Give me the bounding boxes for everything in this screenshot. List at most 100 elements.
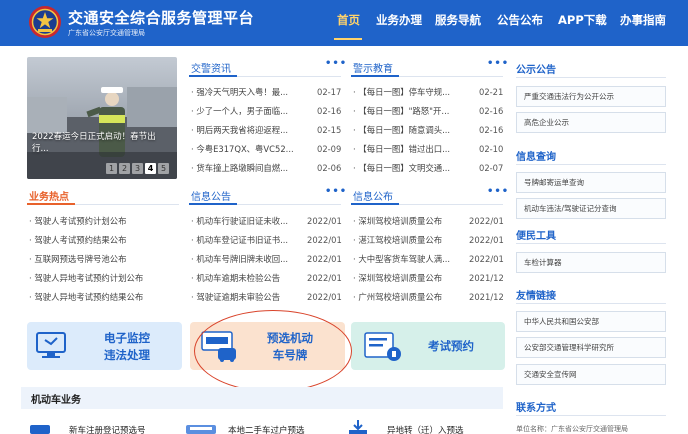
list-item[interactable]: · 【每日一图】文明交通... 02-07 [353,160,519,177]
list-item-date: 02-16 [317,106,342,116]
list-item[interactable]: · 强冷天气明天入粤！最... 02-17 [191,84,357,101]
list-item[interactable]: · 【每日一图】错过出口... 02-10 [353,141,519,158]
motor-section-title: 机动车业务 [31,395,81,406]
nav-service-guide[interactable]: 服务导航 [435,12,481,28]
list-item-title: · 强冷天气明天入粤！最... [191,87,289,97]
list-item-title: · 互联网预选号牌号池公布 [29,254,127,264]
info-publish-more-button[interactable]: ••• [487,186,509,197]
info-notice-more-button[interactable]: ••• [325,186,347,197]
list-item-date: 2022/01 [307,235,342,245]
list-item[interactable]: · 驾驶证逾期未审验公告 2022/01 [191,289,347,306]
list-item-title: · 驾驶人考试预约结果公布 [29,235,127,245]
list-item[interactable]: · 机动车逾期未检验公告 2022/01 [191,270,347,287]
list-item-title: · 【每日一图】停车守规... [353,87,451,97]
list-item-title: · 今粤E317QX、粤VC52... [191,144,294,154]
high-risk-enterprise-link[interactable]: 高危企业公示 [516,112,666,133]
list-item[interactable]: · 广州驾校培训质量公布 2021/12 [353,289,509,306]
list-item[interactable]: · 【每日一图】停车守规... 02-21 [353,84,519,101]
list-item-title: · 少了一个人，男子面临... [191,106,289,116]
list-item-title: · 机动车行驶证旧证未收... [191,216,289,226]
nav-announcements[interactable]: 公告公布 [497,12,543,28]
info-publish-title[interactable]: 信息公布 [353,188,393,203]
list-item[interactable]: · 湛江驾校培训质量公布 2022/01 [353,232,509,249]
list-item-date: 02-21 [479,87,504,97]
list-item-date: 02-06 [317,163,342,173]
divider [516,77,666,78]
hot-business-title[interactable]: 业务热点 [29,188,69,203]
serious-violation-link[interactable]: 严重交通违法行为公开公示 [516,86,666,107]
warning-edu-title[interactable]: 警示教育 [353,60,393,75]
e-monitor-card[interactable]: 电子监控 违法处理 [27,322,182,370]
list-item[interactable]: · 机动车行驶证旧证未收... 2022/01 [191,213,347,230]
news-carousel[interactable]: 2022春运今日正式启动！春节出行... 1 2 3 4 5 [27,57,177,179]
list-item[interactable]: · 机动车号牌旧牌未收回... 2022/01 [191,251,347,268]
list-item-title: · 湛江驾校培训质量公布 [353,235,443,245]
list-item[interactable]: · 深圳驾校培训质量公布 2021/12 [353,270,509,287]
carousel-dot-2[interactable]: 2 [119,163,130,174]
list-item[interactable]: · 机动车登记证书旧证书... 2022/01 [191,232,347,249]
tab-underline [351,203,399,205]
list-item[interactable]: · 货车撞上路墩瞬间自燃... 02-06 [191,160,357,177]
police-emblem-icon[interactable] [28,5,62,39]
traffic-news-more-button[interactable]: ••• [325,58,347,69]
list-item-title: · 机动车登记证书旧证书... [191,235,289,245]
list-item-date: 02-15 [317,125,342,135]
list-item-title: · 【每日一图】"路怒"开... [353,106,450,116]
plate-mail-query-link[interactable]: 号牌邮寄运单查询 [516,172,666,193]
list-item-title: · 深圳驾校培训质量公布 [353,216,443,226]
list-item[interactable]: · 【每日一图】随意调头... 02-16 [353,122,519,139]
list-item-date: 2021/12 [469,273,504,283]
violation-score-query-link[interactable]: 机动车违法/驾驶证记分查询 [516,198,666,219]
nav-home[interactable]: 首页 [337,12,360,28]
monitor-icon [36,332,66,358]
list-item-title: · 驾驶人考试预约计划公布 [29,216,127,226]
list-item[interactable]: · 明后两天我省将迎返程... 02-15 [191,122,357,139]
list-item[interactable]: · 【每日一图】"路怒"开... 02-16 [353,103,519,120]
traffic-news-title[interactable]: 交警资讯 [191,60,231,75]
list-item-title: · 驾驶人异地考试预约计划公布 [29,273,144,283]
list-item-date: 02-16 [479,125,504,135]
tab-underline [27,203,75,205]
list-item-date: 2022/01 [307,216,342,226]
list-item[interactable]: · 大中型客货车驾驶人满... 2022/01 [353,251,509,268]
list-item-title: · 大中型客货车驾驶人满... [353,254,451,264]
list-item-date: 02-17 [317,87,342,97]
list-item[interactable]: · 深圳驾校培训质量公布 2022/01 [353,213,509,230]
carousel-caption[interactable]: 2022春运今日正式启动！春节出行... [32,131,167,155]
site-title: 交通安全综合服务管理平台 [68,9,255,27]
carousel-image [27,57,177,179]
list-item-date: 2021/12 [469,292,504,302]
info-notice-title[interactable]: 信息公告 [191,188,231,203]
contact-title: 联系方式 [516,403,556,414]
list-item[interactable]: · 少了一个人，男子面临... 02-16 [191,103,357,120]
used-car-transfer-link[interactable]: 本地二手车过户预选 [228,424,305,434]
carousel-dot-3[interactable]: 3 [132,163,143,174]
carousel-dot-4[interactable]: 4 [145,163,156,174]
list-item-date: 02-09 [317,144,342,154]
nav-guide[interactable]: 办事指南 [620,12,666,28]
list-item-title: · 深圳驾校培训质量公布 [353,273,443,283]
nav-business[interactable]: 业务办理 [376,12,422,28]
nav-app-download[interactable]: APP下载 [558,12,607,28]
motor-section-bar [21,387,503,409]
nav-active-underline [334,38,362,40]
annotation-circle [194,310,352,392]
research-institute-link[interactable]: 公安部交通管理科学研究所 [516,337,666,358]
list-item-date: 2022/01 [469,216,504,226]
list-item[interactable]: · 今粤E317QX、粤VC52... 02-09 [191,141,357,158]
carousel-dot-5[interactable]: 5 [158,163,169,174]
new-car-registration-link[interactable]: 新车注册登记预选号 [69,424,146,434]
exam-icon [364,332,401,361]
warning-edu-more-button[interactable]: ••• [487,58,509,69]
list-item-date: 2022/01 [307,254,342,264]
transfer-in-link[interactable]: 异地转（迁）入预选 [387,424,464,434]
inspection-calculator-link[interactable]: 车检计算器 [516,252,666,273]
traffic-safety-link[interactable]: 交通安全宣传网 [516,364,666,385]
list-item-title: · 机动车逾期未检验公告 [191,273,281,283]
exam-booking-card[interactable]: 考试预约 [351,322,505,370]
carousel-dot-1[interactable]: 1 [106,163,117,174]
ministry-link[interactable]: 中华人民共和国公安部 [516,311,666,332]
list-item-title: · 货车撞上路墩瞬间自燃... [191,163,289,173]
list-item-title: · 明后两天我省将迎返程... [191,125,289,135]
list-item-title: · 【每日一图】随意调头... [353,125,451,135]
